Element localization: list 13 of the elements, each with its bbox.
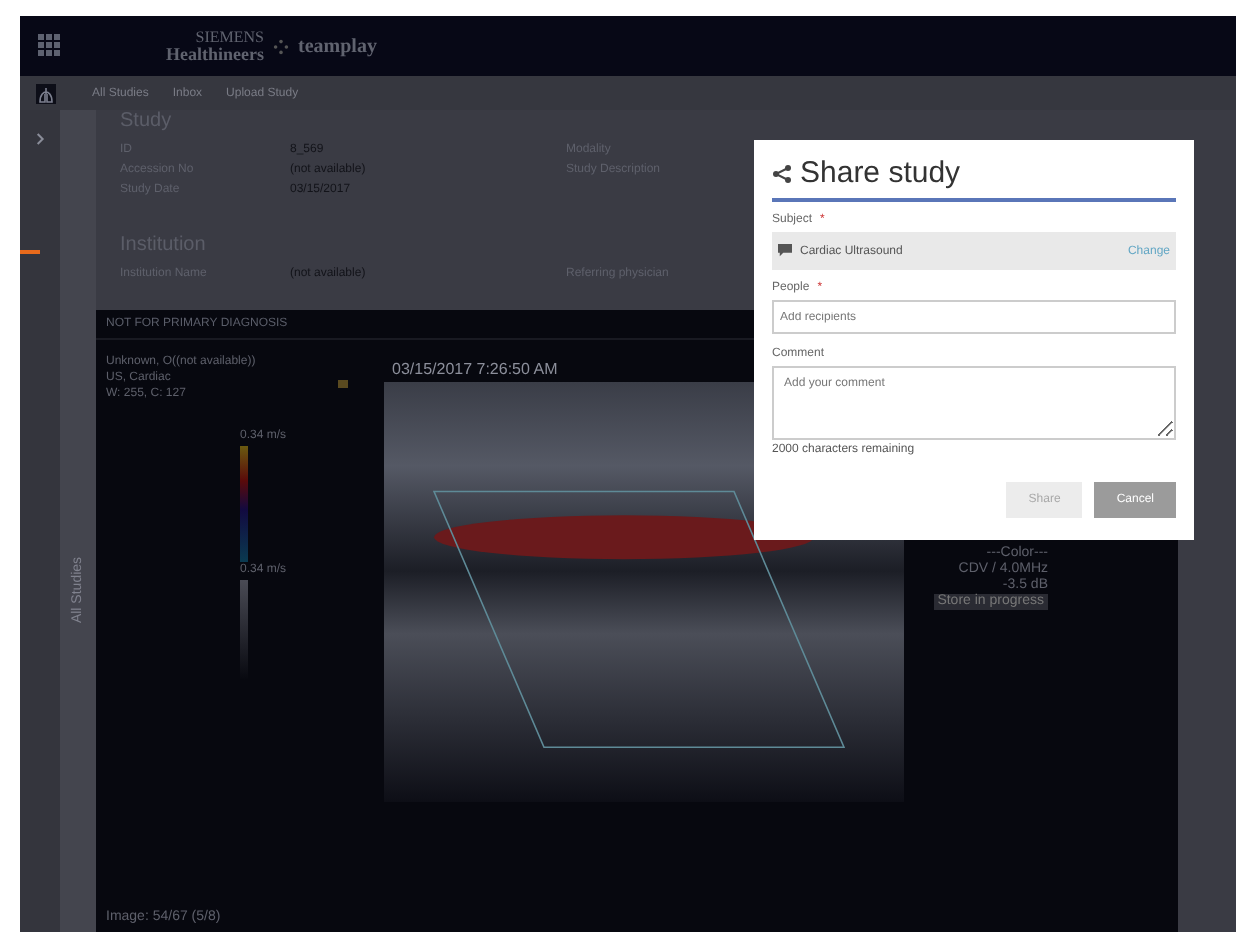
dots-icon xyxy=(272,37,290,55)
app-grid-icon[interactable] xyxy=(38,34,62,58)
orientation-marker xyxy=(338,380,348,388)
product-name: teamplay xyxy=(298,35,377,57)
share-icon xyxy=(772,163,792,183)
brand-logo: SIEMENS Healthineers xyxy=(166,28,264,64)
chevron-right-icon[interactable] xyxy=(35,132,45,146)
lungs-icon[interactable] xyxy=(36,83,56,103)
timestamp: 03/15/2017 7:26:50 AM xyxy=(392,360,558,378)
dialog-title: Share study xyxy=(800,156,961,190)
comment-icon xyxy=(778,244,792,258)
color-scale-bar xyxy=(240,446,248,562)
intensity-scale-bar xyxy=(240,580,248,680)
